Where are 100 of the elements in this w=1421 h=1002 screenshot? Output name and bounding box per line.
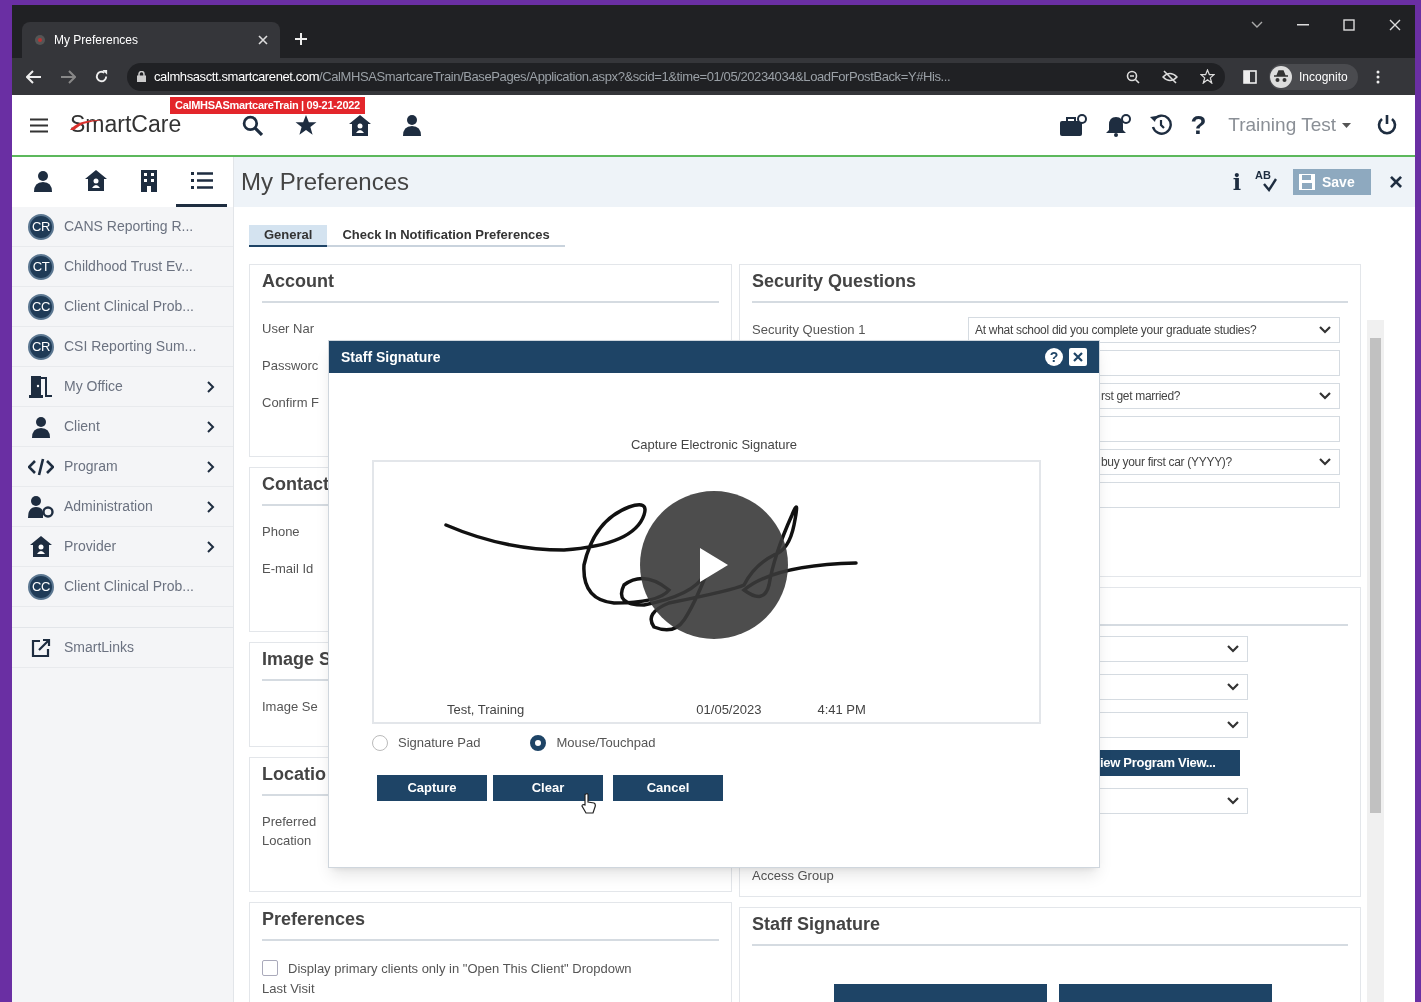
play-icon <box>698 546 730 584</box>
person-icon <box>31 415 51 438</box>
dialog-button[interactable]: Cancel <box>613 774 723 801</box>
radio-label: Mouse/Touchpad <box>556 733 656 752</box>
building-icon <box>140 169 157 192</box>
star-icon[interactable] <box>295 114 317 136</box>
field-label: Phone <box>262 522 301 541</box>
history-icon[interactable] <box>1150 114 1173 136</box>
initials-badge: CC <box>28 293 54 320</box>
search-icon[interactable] <box>242 114 263 136</box>
scrollbar-thumb[interactable] <box>1370 338 1381 813</box>
nav-item[interactable]: CR CSI Reporting Sum... <box>12 327 233 367</box>
url-text: calmhsasctt.smartcarenet.com/CalMHSASmartcareTrain/BasePages/Application.aspx?&scid=1&time=01/05/20234034&LoadForPostBack=Y#His... <box>154 67 952 86</box>
field-label: User Nar <box>262 319 315 338</box>
new-tab-icon[interactable] <box>294 32 308 46</box>
field-label: Preferred Location <box>262 812 318 850</box>
nav-item[interactable]: CC Client Clinical Prob... <box>12 567 233 607</box>
chevron-down-icon <box>1227 682 1239 691</box>
select-field[interactable]: At what school did you complete your graduate studies? <box>968 316 1340 343</box>
incognito-icon <box>1269 64 1293 89</box>
chevron-down-icon <box>1227 644 1239 653</box>
nav-item[interactable]: Administration <box>12 487 233 527</box>
panel-title: Security Questions <box>752 269 917 293</box>
nav-item[interactable]: CR CANS Reporting R... <box>12 207 233 247</box>
forward-icon[interactable] <box>60 69 76 84</box>
nav-item[interactable]: SmartLinks <box>12 628 233 668</box>
chevron-down-icon <box>1227 796 1239 805</box>
help-icon[interactable]: ? <box>1190 112 1207 138</box>
radio-button[interactable] <box>372 734 388 751</box>
door-icon <box>29 375 53 398</box>
close-icon[interactable] <box>1069 348 1087 366</box>
menu-icon[interactable] <box>30 117 48 133</box>
briefcase-icon[interactable] <box>1060 113 1089 137</box>
minimize-icon[interactable] <box>1297 24 1309 26</box>
back-icon[interactable] <box>26 69 42 84</box>
profile-button[interactable]: Incognito <box>1269 63 1358 90</box>
dialog-title: Staff Signature <box>341 347 441 367</box>
close-icon[interactable]: × <box>1389 170 1403 194</box>
info-icon[interactable]: i <box>1232 165 1241 199</box>
field-label: Security Question 1 <box>752 320 867 339</box>
zoom-icon[interactable] <box>1126 69 1140 84</box>
panel-title: Staff Signature <box>752 912 880 936</box>
browser-tab[interactable]: My Preferences <box>22 22 280 58</box>
cursor-icon <box>581 793 597 815</box>
home-icon <box>30 536 52 557</box>
nav-item[interactable]: My Office <box>12 367 233 407</box>
panel-title: Locatio <box>262 762 326 786</box>
reload-icon[interactable] <box>94 69 109 84</box>
caret-icon <box>1342 122 1351 128</box>
address-field[interactable]: calmhsasctt.smartcarenet.com/CalMHSASmartcareTrain/BasePages/Application.aspx?&scid=1&time=01/05/20234034&LoadForPostBack=Y#His... <box>127 62 1225 91</box>
nav-item[interactable]: CT Childhood Trust Ev... <box>12 247 233 287</box>
chevron-down-icon <box>1319 391 1331 400</box>
environment-badge: CalMHSASmartcareTrain | 09-21-2022 <box>170 97 365 114</box>
action-button[interactable] <box>834 983 1047 1002</box>
lock-icon <box>137 71 146 82</box>
chevron-down-icon <box>1319 325 1331 334</box>
checkbox[interactable] <box>262 960 278 977</box>
home-icon[interactable] <box>349 114 371 136</box>
person-icon[interactable] <box>403 114 421 136</box>
list-icon <box>190 171 213 190</box>
nav-item[interactable]: Provider <box>12 527 233 567</box>
favicon-icon <box>34 34 46 46</box>
page-tab[interactable]: General <box>249 225 328 247</box>
signature-pad[interactable]: Test, Training 01/05/2023 4:41 PM <box>372 459 1041 724</box>
maximize-icon[interactable] <box>1343 19 1355 31</box>
external-link-icon <box>31 637 51 658</box>
action-button[interactable] <box>1059 983 1272 1002</box>
close-icon[interactable] <box>1389 19 1401 31</box>
field-label: Last Visit <box>262 980 316 997</box>
star-icon[interactable] <box>1200 69 1215 84</box>
help-icon[interactable]: ? <box>1045 348 1063 366</box>
initials-badge: CR <box>28 333 54 360</box>
nav-item[interactable]: Client <box>12 407 233 447</box>
bell-icon[interactable] <box>1106 113 1133 137</box>
chevron-down-icon[interactable] <box>1251 21 1263 29</box>
menu-icon[interactable] <box>1375 69 1380 84</box>
field-label: Passworc <box>262 356 320 375</box>
power-icon[interactable] <box>1377 114 1397 136</box>
signature-caption: Capture Electronic Signature <box>630 436 798 454</box>
initials-badge: CR <box>28 213 54 240</box>
scrollbar[interactable] <box>1367 320 1384 1002</box>
profile-label: Incognito <box>1299 68 1348 86</box>
page-tab[interactable]: Check In Notification Preferences <box>327 225 565 245</box>
page-title: My Preferences <box>241 167 410 197</box>
dialog-button[interactable]: Clear <box>493 774 603 801</box>
radio-label: Signature Pad <box>398 733 481 752</box>
nav-item[interactable]: Program <box>12 447 233 487</box>
save-icon <box>1298 173 1316 191</box>
initials-badge: CT <box>28 253 54 280</box>
radio-button[interactable] <box>530 734 547 751</box>
nav-item[interactable]: CC Client Clinical Prob... <box>12 287 233 327</box>
dialog-button[interactable]: Capture <box>377 774 487 801</box>
sidebar-icon[interactable] <box>1243 69 1257 84</box>
home-icon <box>85 170 108 191</box>
field-label: Image Se <box>262 697 319 716</box>
signer-name: Test, Training <box>447 701 525 719</box>
code-icon <box>28 457 54 476</box>
close-icon[interactable] <box>258 35 268 45</box>
panel-title: Account <box>262 269 334 293</box>
eye-off-icon[interactable] <box>1162 69 1178 84</box>
